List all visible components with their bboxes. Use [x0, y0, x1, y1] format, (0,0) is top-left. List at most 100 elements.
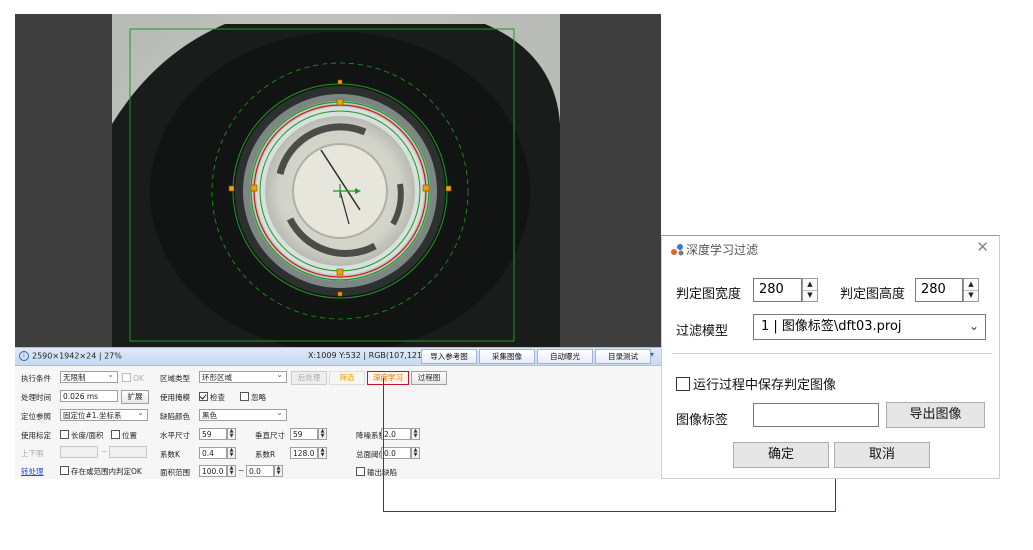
save-images-checkbox-box[interactable] — [676, 377, 690, 391]
annotation-line-vertical-left — [383, 378, 384, 512]
v-size-field[interactable]: 59 — [290, 428, 318, 440]
post-process-link[interactable]: 转处理 — [21, 466, 44, 477]
image-tag-input[interactable] — [753, 403, 879, 427]
export-images-button[interactable]: 导出图像 — [886, 402, 985, 428]
close-icon[interactable]: ✕ — [976, 238, 989, 256]
import-reference-button[interactable]: 导入参考图 — [421, 349, 477, 364]
info-icon: i — [19, 351, 29, 361]
area-max-stepper[interactable]: ▲ ▼ — [274, 465, 283, 477]
width-label: 判定图宽度 — [676, 287, 742, 302]
check-checkbox-label: 检查 — [210, 393, 225, 402]
in-range-ok-label: 存在或范围内判定OK — [71, 467, 142, 476]
directory-test-button[interactable]: 目录测试 — [595, 349, 651, 364]
camera-image-view[interactable] — [15, 14, 661, 347]
h-size-stepper[interactable]: ▲ ▼ — [227, 428, 236, 440]
length-area-label: 长度/面积 — [71, 431, 104, 440]
ok-checkbox-box[interactable] — [122, 373, 131, 382]
v-size-stepper[interactable]: ▲ ▼ — [318, 428, 327, 440]
cancel-button[interactable]: 取消 — [834, 442, 930, 468]
image-status-bar: i 2590×1942×24 | 27% X:1009 Y:532 | RGB(1… — [15, 347, 661, 366]
ignore-checkbox[interactable]: 忽略 — [240, 392, 266, 403]
coef-k-stepper[interactable]: ▲ ▼ — [227, 447, 236, 459]
save-images-checkbox[interactable]: 运行过程中保存判定图像 — [676, 374, 836, 393]
process-image-button[interactable]: 过程图 — [411, 371, 447, 385]
use-mask-label: 使用掩模 — [160, 393, 190, 402]
ignore-checkbox-label: 忽略 — [251, 393, 266, 402]
deep-learning-button[interactable]: 深度学习 — [367, 371, 409, 385]
expand-button[interactable]: 扩展 — [121, 390, 149, 404]
coef-k-label: 系数K — [160, 450, 180, 459]
defect-color-select[interactable]: 黑色 — [199, 409, 287, 421]
settings-panel: 执行条件 无限制 OK 处理时间 0.026 ms 扩展 定位参照 固定位#1.… — [15, 366, 661, 479]
capture-image-button[interactable]: 采集图像 — [479, 349, 535, 364]
region-type-select[interactable]: 环形区域 — [199, 371, 287, 383]
ok-checkbox-label: OK — [133, 374, 144, 383]
collapse-chevron-icon[interactable]: ▾ — [650, 350, 654, 359]
model-label: 过滤模型 — [676, 324, 729, 339]
upper-limit-field[interactable] — [109, 446, 147, 458]
range-tilde: ~ — [101, 447, 108, 456]
ignore-checkbox-box[interactable] — [240, 392, 249, 401]
noise-stepper[interactable]: ▲ ▼ — [411, 428, 420, 440]
noise-field[interactable]: 2.0 — [381, 428, 411, 440]
output-defect-checkbox-box[interactable] — [356, 467, 365, 476]
width-down-icon[interactable]: ▼ — [803, 290, 817, 301]
in-range-ok-checkbox-box[interactable] — [60, 466, 69, 475]
length-area-checkbox[interactable]: 长度/面积 — [60, 430, 104, 441]
coef-r-label: 系数R — [255, 450, 276, 459]
coef-r-stepper[interactable]: ▲ ▼ — [318, 447, 327, 459]
defect-color-label: 缺陷颜色 — [160, 412, 190, 421]
in-range-ok-checkbox[interactable]: 存在或范围内判定OK — [60, 466, 142, 477]
total-threshold-stepper[interactable]: ▲ ▼ — [411, 447, 420, 459]
width-stepper[interactable]: ▲ ▼ — [802, 278, 818, 302]
image-info: i 2590×1942×24 | 27% — [19, 351, 122, 361]
area-range-tilde: ~ — [238, 466, 245, 475]
coef-r-field[interactable]: 128.0 — [290, 447, 318, 459]
exec-condition-select[interactable]: 无限制 — [60, 371, 118, 383]
annotation-line-horizontal — [383, 511, 836, 512]
length-area-checkbox-box[interactable] — [60, 430, 69, 439]
model-select-value: 1 | 图像标签\dft03.proj — [761, 319, 902, 334]
use-calib-label: 使用标定 — [21, 431, 51, 440]
height-input[interactable]: 280 — [915, 278, 963, 302]
height-stepper[interactable]: ▲ ▼ — [963, 278, 979, 302]
check-checkbox-box[interactable] — [199, 392, 208, 401]
position-checkbox[interactable]: 位置 — [111, 430, 137, 441]
exec-condition-label: 执行条件 — [21, 374, 51, 383]
process-time-label: 处理时间 — [21, 393, 51, 402]
post-process-button[interactable]: 后处理 — [291, 371, 327, 385]
auto-exposure-button[interactable]: 自动曝光 — [537, 349, 593, 364]
area-range-label: 面积范围 — [160, 468, 190, 477]
position-checkbox-label: 位置 — [122, 431, 137, 440]
lower-limit-field[interactable] — [60, 446, 98, 458]
dialog-title: 深度学习过滤 — [670, 241, 758, 258]
image-info-text: 2590×1942×24 | 27% — [32, 351, 122, 361]
ok-checkbox[interactable]: OK — [122, 373, 144, 383]
v-size-label: 垂直尺寸 — [255, 431, 285, 440]
h-size-field[interactable]: 59 — [199, 428, 227, 440]
area-max-field[interactable]: 0.0 — [246, 465, 274, 477]
area-min-stepper[interactable]: ▲ ▼ — [227, 465, 236, 477]
position-checkbox-box[interactable] — [111, 430, 120, 439]
height-down-icon[interactable]: ▼ — [964, 290, 978, 301]
output-defect-checkbox[interactable]: 输出缺陷 — [356, 467, 397, 478]
filter-button[interactable]: 筛选 — [329, 371, 365, 385]
width-input[interactable]: 280 — [753, 278, 802, 302]
deep-learning-filter-dialog: 深度学习过滤 ✕ 判定图宽度 280 ▲ ▼ 判定图高度 280 ▲ ▼ 过滤模型 … — [661, 235, 1000, 479]
upper-lower-label: 上下限 — [21, 449, 44, 458]
area-min-field[interactable]: 100.0 — [199, 465, 227, 477]
annotation-line-vertical-right — [835, 479, 836, 512]
dialog-title-text: 深度学习过滤 — [686, 243, 759, 257]
coef-k-field[interactable]: 0.4 — [199, 447, 227, 459]
confirm-button[interactable]: 确定 — [733, 442, 829, 468]
divider — [672, 353, 992, 354]
model-select[interactable]: 1 | 图像标签\dft03.proj ⌄ — [753, 314, 986, 340]
position-ref-select[interactable]: 固定位#1.坐标系 — [60, 409, 148, 421]
process-time-field: 0.026 ms — [60, 390, 118, 402]
position-ref-label: 定位参照 — [21, 412, 51, 421]
check-checkbox[interactable]: 检查 — [199, 392, 225, 403]
app-logo-icon — [671, 244, 684, 256]
region-type-label: 区域类型 — [160, 374, 190, 383]
total-threshold-field[interactable]: 0.0 — [381, 447, 411, 459]
chevron-down-icon[interactable]: ⌄ — [969, 314, 979, 338]
